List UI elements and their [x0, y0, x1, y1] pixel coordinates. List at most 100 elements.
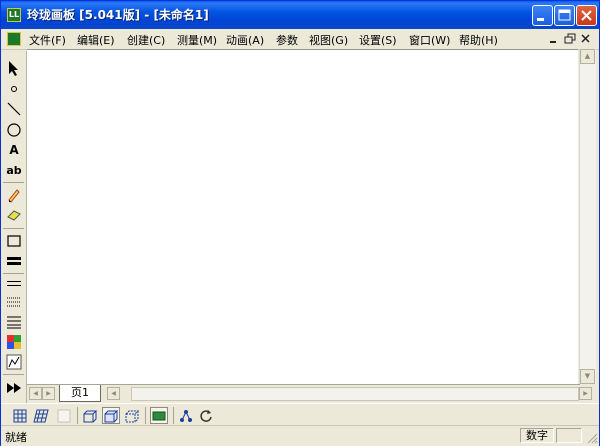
thick-line-tool[interactable] — [4, 252, 24, 270]
line-tool[interactable] — [4, 100, 24, 118]
tab-page-1[interactable]: 页1 — [59, 385, 101, 402]
app-icon[interactable]: LL — [7, 8, 21, 22]
cube-solid-icon — [104, 410, 119, 422]
maximize-icon — [558, 9, 571, 21]
graph-icon — [6, 354, 22, 370]
toolbar-separator — [77, 407, 78, 424]
menu-measure[interactable]: 测量(M) — [177, 32, 217, 48]
horizontal-scrollbar[interactable] — [131, 387, 579, 401]
thin-line-icon — [7, 281, 21, 286]
rectangle-tool[interactable] — [4, 232, 24, 250]
document-icon[interactable] — [7, 32, 21, 46]
refresh-button[interactable] — [197, 407, 215, 424]
scroll-down-button[interactable]: ▼ — [580, 369, 595, 384]
oblique-grid-button[interactable] — [32, 407, 50, 424]
toolbox-separator — [3, 182, 24, 183]
toolbox: A ab — [1, 51, 27, 404]
menu-animation[interactable]: 动画(A) — [226, 32, 264, 48]
menu-edit[interactable]: 编辑(E) — [77, 32, 115, 48]
menu-bar: 文件(F) 编辑(E) 创建(C) 测量(M) 动画(A) 参数 视图(G) 设… — [1, 29, 599, 50]
cube-view-button[interactable] — [81, 407, 99, 424]
point-icon — [11, 86, 17, 92]
scroll-up-button[interactable]: ▲ — [580, 49, 595, 64]
multi-line-icon — [7, 316, 21, 329]
background-color-button[interactable] — [150, 407, 168, 424]
oblique-grid-icon — [33, 409, 49, 422]
menu-create[interactable]: 创建(C) — [127, 32, 165, 48]
menu-help[interactable]: 帮助(H) — [459, 32, 498, 48]
color-tool[interactable] — [4, 333, 24, 351]
toolbox-separator — [3, 228, 24, 229]
circle-icon — [7, 123, 21, 137]
color-palette-icon — [7, 335, 21, 349]
thick-line-icon — [7, 257, 21, 265]
main-window: LL 玲珑画板 [5.041版] - [未命名1] 文件(F) 编辑(E) 创建… — [0, 0, 600, 446]
eraser-icon — [7, 210, 21, 221]
blank-icon — [57, 409, 71, 422]
tab-next-button[interactable]: ▶ — [42, 387, 55, 400]
menu-window[interactable]: 窗口(W) — [409, 32, 450, 48]
menu-file[interactable]: 文件(F) — [29, 32, 66, 48]
window-title: 玲珑画板 [5.041版] - [未命名1] — [27, 8, 209, 22]
vertical-scrollbar[interactable]: ▲ ▼ — [579, 49, 596, 384]
cube-icon — [83, 410, 98, 422]
menu-settings[interactable]: 设置(S) — [359, 32, 397, 48]
hscroll-right-button[interactable]: ▶ — [579, 387, 592, 400]
thin-line-tool[interactable] — [4, 274, 24, 292]
green-board-icon — [152, 411, 166, 420]
text-tool-icon: A — [9, 143, 19, 157]
eraser-tool[interactable] — [4, 206, 24, 224]
hscroll-left-button[interactable]: ◀ — [107, 387, 120, 400]
select-arrow-icon — [9, 61, 18, 76]
title-bar[interactable]: LL 玲珑画板 [5.041版] - [未命名1] — [1, 1, 599, 29]
child-close-button[interactable] — [579, 32, 593, 45]
dotted-line-icon — [7, 297, 21, 307]
blank-button[interactable] — [55, 407, 73, 424]
grid-button[interactable] — [11, 407, 29, 424]
status-text: 就绪 — [5, 431, 27, 444]
menu-parameters[interactable]: 参数 — [276, 32, 298, 48]
minimize-icon — [537, 18, 544, 21]
animation-play-icon — [7, 383, 21, 393]
page-tab-label: 页1 — [71, 386, 89, 399]
point-tool[interactable] — [4, 80, 24, 98]
child-restore-button[interactable] — [563, 32, 577, 45]
toolbar-separator — [145, 407, 146, 424]
menu-view[interactable]: 视图(G) — [309, 32, 348, 48]
label-tool[interactable]: ab — [4, 161, 24, 179]
toolbox-separator — [3, 374, 24, 375]
tab-first-button[interactable]: ◀ — [29, 387, 42, 400]
close-icon — [581, 10, 592, 21]
resize-grip-icon[interactable] — [586, 432, 598, 444]
label-tool-icon: ab — [6, 163, 22, 177]
cube-solid-button[interactable] — [102, 407, 120, 424]
cube-dashed-button[interactable] — [123, 407, 141, 424]
minimize-icon — [550, 41, 556, 43]
pencil-tool[interactable] — [4, 186, 24, 204]
maximize-button[interactable] — [554, 5, 575, 26]
refresh-icon — [200, 409, 212, 422]
trace-points-icon — [180, 409, 192, 422]
graph-tool[interactable] — [4, 353, 24, 371]
restore-icon — [564, 33, 576, 44]
toolbar-separator — [173, 407, 174, 424]
select-tool[interactable] — [4, 59, 24, 77]
trace-button[interactable] — [177, 407, 195, 424]
minimize-button[interactable] — [532, 5, 553, 26]
dotted-line-tool[interactable] — [4, 293, 24, 311]
text-tool[interactable]: A — [4, 141, 24, 159]
circle-tool[interactable] — [4, 121, 24, 139]
child-minimize-button[interactable] — [547, 32, 561, 45]
pencil-icon — [8, 189, 20, 203]
close-icon — [581, 34, 590, 43]
drawing-canvas[interactable] — [27, 49, 578, 384]
animation-play-tool[interactable] — [4, 379, 24, 397]
close-button[interactable] — [576, 5, 597, 26]
grid-icon — [13, 409, 27, 422]
multi-line-tool[interactable] — [4, 313, 24, 331]
numlock-indicator: 数字 — [520, 428, 554, 443]
page-tab-strip: ◀ ▶ 页1 ◀ ▶ — [27, 384, 592, 403]
rectangle-icon — [7, 235, 21, 247]
line-icon — [7, 102, 21, 116]
status-bar: 就绪 数字 — [1, 425, 599, 446]
